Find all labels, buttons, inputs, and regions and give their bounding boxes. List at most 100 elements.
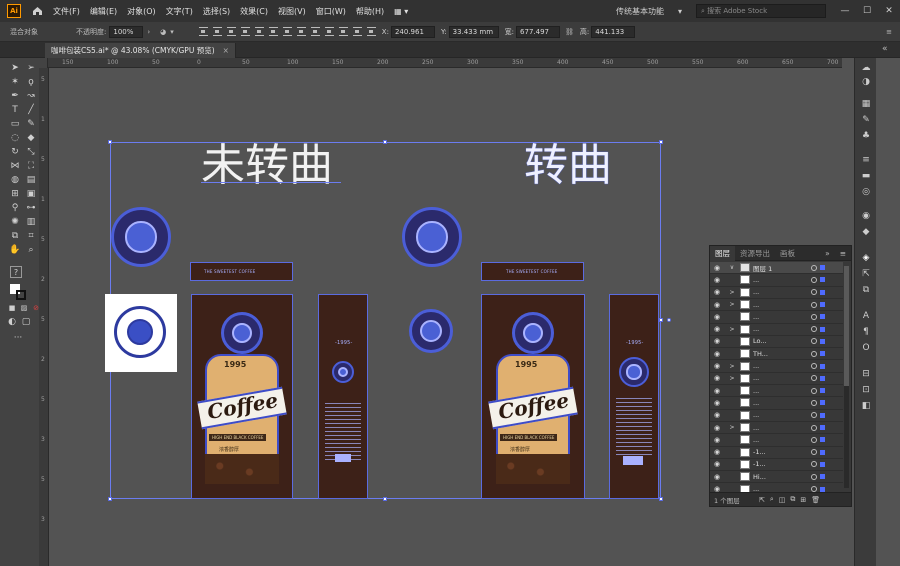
selection-indicator[interactable]: [820, 326, 825, 332]
layer-name[interactable]: TH...: [753, 350, 803, 358]
layer-row[interactable]: ◉ >...: [710, 324, 843, 336]
opentype-icon[interactable]: O: [860, 342, 872, 354]
disclosure-twirl-icon[interactable]: ∨: [724, 264, 740, 271]
seal-small-mid[interactable]: [409, 309, 453, 353]
rotate-tool-icon[interactable]: ↻: [9, 146, 21, 158]
eraser-tool-icon[interactable]: ◆: [25, 132, 37, 144]
direct-selection-tool-icon[interactable]: ➢: [25, 62, 37, 74]
selection-tool-icon[interactable]: ➤: [9, 62, 21, 74]
minimize-icon[interactable]: —: [834, 0, 856, 22]
stroke-icon[interactable]: ≡: [860, 154, 872, 166]
character-icon[interactable]: A: [860, 310, 872, 322]
visibility-eye-icon[interactable]: ◉: [710, 288, 724, 296]
menu-window[interactable]: 窗口(W): [316, 6, 346, 17]
rotate-handle[interactable]: [667, 318, 671, 322]
stock-search-input[interactable]: ⌕ 搜索 Adobe Stock: [696, 4, 826, 18]
handle-top-center[interactable]: [383, 140, 387, 144]
gradient-icon[interactable]: ▬: [860, 170, 872, 182]
target-circle-icon[interactable]: [811, 436, 817, 443]
layer-row[interactable]: ◉...: [710, 274, 843, 287]
panel-collapse-icon[interactable]: »: [820, 246, 835, 261]
layer-row[interactable]: ◉ Lo...: [710, 336, 843, 349]
disclosure-twirl-icon[interactable]: >: [724, 301, 740, 308]
visibility-eye-icon[interactable]: ◉: [710, 424, 724, 432]
handle-top-left[interactable]: [108, 140, 112, 144]
layer-name[interactable]: -1...: [753, 448, 803, 456]
target-circle-icon[interactable]: [811, 461, 817, 468]
seal-large-left[interactable]: [111, 207, 171, 267]
target-circle-icon[interactable]: [811, 375, 817, 382]
layer-row[interactable]: ◉ >...: [710, 360, 843, 373]
target-circle-icon[interactable]: [811, 449, 817, 456]
menu-view[interactable]: 视图(V): [278, 6, 306, 17]
visibility-eye-icon[interactable]: ◉: [710, 350, 724, 358]
target-circle-icon[interactable]: [811, 424, 817, 431]
handle-bottom-left[interactable]: [108, 497, 112, 501]
seal-large-mid[interactable]: [402, 207, 462, 267]
visibility-eye-icon[interactable]: ◉: [710, 301, 724, 309]
new-layer-icon[interactable]: ⊞: [800, 496, 806, 504]
dropdown-icon[interactable]: ▾: [170, 28, 174, 36]
selection-indicator[interactable]: [820, 363, 825, 369]
disclosure-twirl-icon[interactable]: >: [724, 424, 740, 431]
layers-scroll-thumb[interactable]: [844, 266, 849, 386]
layer-name[interactable]: ...: [753, 313, 803, 321]
layer-name[interactable]: ...: [753, 276, 803, 284]
color-icon[interactable]: ◑: [860, 76, 872, 88]
tab-asset-export[interactable]: 资源导出: [735, 246, 775, 261]
visibility-eye-icon[interactable]: ◉: [710, 387, 724, 395]
symbol-sprayer-tool-icon[interactable]: ✺: [9, 216, 21, 228]
appearance-icon[interactable]: ◉: [860, 210, 872, 222]
selection-indicator[interactable]: [820, 449, 825, 455]
asset-export-icon[interactable]: ⇱: [860, 268, 872, 280]
selection-indicator[interactable]: [820, 351, 825, 357]
visibility-eye-icon[interactable]: ◉: [710, 399, 724, 407]
layer-row[interactable]: ◉...: [710, 385, 843, 398]
align-vcenter-icon[interactable]: [254, 27, 264, 36]
perspective-grid-tool-icon[interactable]: ▤: [25, 174, 37, 186]
color-mode-icon[interactable]: ■: [6, 302, 18, 314]
target-circle-icon[interactable]: [811, 412, 817, 419]
layer-row[interactable]: ◉ TH...: [710, 348, 843, 361]
blend-tool-icon[interactable]: ⊶: [25, 202, 37, 214]
visibility-eye-icon[interactable]: ◉: [710, 374, 724, 382]
mesh-tool-icon[interactable]: ⊞: [9, 188, 21, 200]
free-transform-tool-icon[interactable]: ⛶: [25, 160, 37, 172]
distribute-left-icon[interactable]: [324, 27, 334, 36]
align-icon[interactable]: ⊟: [860, 368, 872, 380]
drawing-mode-icon[interactable]: ◐: [6, 316, 18, 328]
disclosure-twirl-icon[interactable]: >: [724, 289, 740, 296]
graph-tool-icon[interactable]: ▥: [25, 216, 37, 228]
selection-indicator[interactable]: [820, 388, 825, 394]
visibility-eye-icon[interactable]: ◉: [710, 276, 724, 284]
selection-indicator[interactable]: [820, 486, 825, 492]
layer-row[interactable]: ◉...: [710, 434, 843, 447]
recolor-icon[interactable]: ◕: [160, 28, 166, 36]
menu-type[interactable]: 文字(T): [166, 6, 193, 17]
maximize-icon[interactable]: ☐: [856, 0, 878, 22]
menu-object[interactable]: 对象(O): [127, 6, 156, 17]
artboards-icon[interactable]: ⧉: [860, 284, 872, 296]
w-field[interactable]: 677.497: [516, 25, 561, 38]
layer-name[interactable]: ...: [753, 325, 803, 333]
visibility-eye-icon[interactable]: ◉: [710, 460, 724, 468]
home-icon[interactable]: [31, 5, 43, 17]
menu-help[interactable]: 帮助(H): [356, 6, 384, 17]
layer-name[interactable]: ...: [753, 374, 803, 382]
selection-indicator[interactable]: [820, 412, 825, 418]
layer-name[interactable]: Lo...: [753, 337, 803, 345]
magic-wand-tool-icon[interactable]: ✶: [9, 76, 21, 88]
visibility-eye-icon[interactable]: ◉: [710, 337, 724, 345]
transparency-icon[interactable]: ◎: [860, 186, 872, 198]
workspace-chevron-icon[interactable]: ▾: [678, 7, 682, 16]
arrange-docs-icon[interactable]: ▦ ▾: [394, 7, 408, 16]
transform-icon[interactable]: ⊡: [860, 384, 872, 396]
visibility-eye-icon[interactable]: ◉: [710, 313, 724, 321]
shaper-tool-icon[interactable]: ◌: [9, 132, 21, 144]
delete-layer-icon[interactable]: 🗑: [811, 496, 820, 504]
layers-icon[interactable]: ◈: [860, 252, 872, 264]
paragraph-icon[interactable]: ¶: [860, 326, 872, 338]
graphic-styles-icon[interactable]: ◆: [860, 226, 872, 238]
scale-tool-icon[interactable]: ⤡: [25, 146, 37, 158]
selection-indicator[interactable]: [820, 289, 825, 295]
